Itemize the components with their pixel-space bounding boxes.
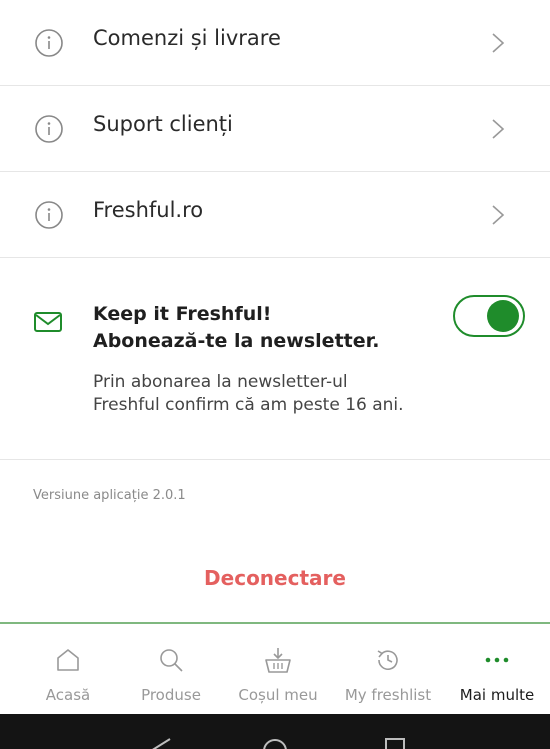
- info-icon: [35, 201, 63, 229]
- tab-label: My freshlist: [344, 686, 432, 704]
- newsletter-description-line: Prin abonarea la newsletter-ul: [93, 372, 348, 392]
- menu-item-orders-delivery[interactable]: Comenzi și livrare: [0, 0, 550, 86]
- toggle-knob: [487, 300, 519, 332]
- menu-item-label: Comenzi și livrare: [93, 26, 281, 50]
- newsletter-description-line: Freshful confirm că am peste 16 ani.: [93, 395, 404, 415]
- tab-home[interactable]: Acasă: [18, 624, 118, 714]
- bottom-tab-bar: Acasă Produse Coșul meu My freshlist Mai…: [0, 622, 550, 714]
- tab-cart[interactable]: Coșul meu: [228, 624, 328, 714]
- newsletter-toggle[interactable]: [453, 295, 525, 337]
- tab-my-freshlist[interactable]: My freshlist: [338, 624, 438, 714]
- search-icon: [160, 649, 183, 672]
- info-icon: [35, 115, 63, 143]
- menu-item-label: Suport clienți: [93, 112, 233, 136]
- tab-more[interactable]: Mai multe: [447, 624, 547, 714]
- home-circle-icon[interactable]: [261, 737, 289, 749]
- basket-icon: [265, 648, 291, 673]
- tab-label: Coșul meu: [238, 686, 318, 704]
- history-icon: [377, 650, 398, 670]
- tab-label: Produse: [141, 686, 201, 704]
- logout-button[interactable]: Deconectare: [0, 566, 550, 590]
- menu-item-freshful-website[interactable]: Freshful.ro: [0, 172, 550, 258]
- mail-icon: [34, 312, 62, 332]
- newsletter-title-line: Abonează-te la newsletter.: [93, 330, 380, 352]
- chevron-right-icon: [492, 205, 505, 225]
- tab-label: Acasă: [45, 686, 91, 704]
- system-navigation-bar: [0, 714, 550, 749]
- menu-item-customer-support[interactable]: Suport clienți: [0, 86, 550, 172]
- app-version: Versiune aplicație 2.0.1: [33, 488, 186, 503]
- newsletter-title: Keep it Freshful! Abonează-te la newslet…: [93, 301, 380, 355]
- home-icon: [57, 649, 79, 671]
- newsletter-section: Keep it Freshful! Abonează-te la newslet…: [0, 260, 550, 460]
- tab-label: Mai multe: [459, 686, 535, 704]
- newsletter-description: Prin abonarea la newsletter-ul Freshful …: [93, 371, 404, 417]
- info-icon: [35, 29, 63, 57]
- menu-item-label: Freshful.ro: [93, 198, 204, 222]
- tab-products[interactable]: Produse: [121, 624, 221, 714]
- more-icon: [485, 657, 509, 663]
- chevron-right-icon: [492, 119, 505, 139]
- back-icon[interactable]: [150, 737, 174, 749]
- newsletter-title-line: Keep it Freshful!: [93, 303, 272, 325]
- recents-icon[interactable]: [384, 737, 406, 749]
- chevron-right-icon: [492, 33, 505, 53]
